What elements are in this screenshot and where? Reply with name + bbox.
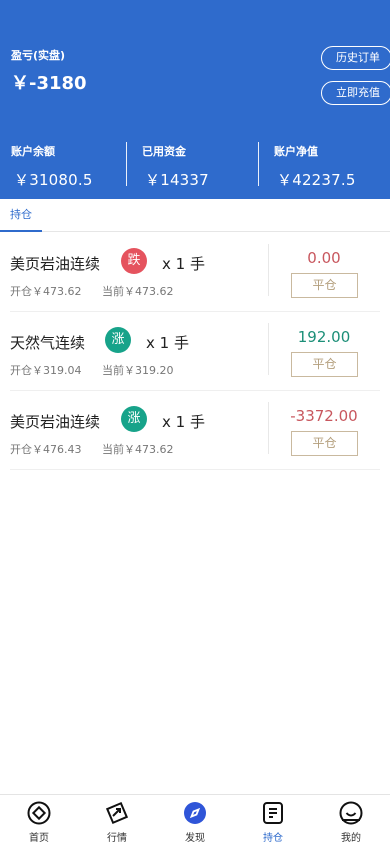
bottom-nav: 首页 行情 发现 持仓 我的 — [0, 794, 390, 844]
open-price: 开仓￥473.62 — [10, 285, 82, 298]
divider — [258, 142, 259, 186]
pl-value: ￥-3180 — [11, 73, 87, 94]
open-price: 开仓￥319.04 — [10, 364, 82, 377]
position-qty: x 1 手 — [162, 255, 205, 273]
divider — [268, 323, 269, 375]
direction-badge: 涨 — [105, 327, 131, 353]
nav-label: 我的 — [341, 833, 361, 844]
position-pnl: 0.00 — [307, 249, 341, 267]
position-name: 天然气连续 — [10, 334, 86, 352]
position-row[interactable]: 美页岩油连续 涨 x 1 手 开仓￥476.43 当前￥473.62 -3372… — [10, 391, 380, 470]
current-price: 当前￥319.20 — [102, 364, 174, 377]
recharge-button[interactable]: 立即充值 — [321, 81, 390, 105]
position-row[interactable]: 美页岩油连续 跌 x 1 手 开仓￥473.62 当前￥473.62 0.00 … — [10, 233, 380, 312]
account-header: 盈亏(实盘) ￥-3180 历史订单 立即充值 账户余额 ￥31080.5 已用… — [0, 0, 390, 199]
nav-label: 行情 — [107, 833, 127, 844]
position-pnl: -3372.00 — [290, 407, 358, 425]
history-orders-button[interactable]: 历史订单 — [321, 46, 390, 70]
stat-used-funds: 已用资金 ￥14337 — [142, 143, 209, 190]
nav-positions[interactable]: 持仓 — [234, 795, 312, 844]
stat-balance: 账户余额 ￥31080.5 — [11, 143, 93, 190]
market-icon — [105, 801, 129, 825]
close-position-button[interactable]: 平仓 — [291, 273, 358, 298]
stat-label: 已用资金 — [142, 145, 186, 158]
stat-value: ￥14337 — [145, 171, 209, 189]
position-icon — [261, 801, 285, 825]
position-name: 美页岩油连续 — [10, 413, 101, 431]
current-price: 当前￥473.62 — [102, 285, 174, 298]
stat-net-value: 账户净值 ￥42237.5 — [274, 143, 356, 190]
position-row[interactable]: 天然气连续 涨 x 1 手 开仓￥319.04 当前￥319.20 192.00… — [10, 312, 380, 391]
nav-discover[interactable]: 发现 — [156, 795, 234, 844]
position-tabs: 持仓 — [0, 199, 390, 232]
position-qty: x 1 手 — [162, 413, 205, 431]
stat-label: 账户余额 — [11, 145, 55, 158]
direction-badge: 涨 — [121, 406, 147, 432]
nav-profile[interactable]: 我的 — [312, 795, 390, 844]
close-position-button[interactable]: 平仓 — [291, 352, 358, 377]
stat-value: ￥42237.5 — [277, 171, 356, 189]
stat-value: ￥31080.5 — [14, 171, 93, 189]
position-qty: x 1 手 — [146, 334, 189, 352]
divider — [268, 402, 269, 454]
compass-icon — [183, 801, 207, 825]
tab-holding[interactable]: 持仓 — [0, 199, 42, 232]
home-icon — [27, 801, 51, 825]
position-pnl: 192.00 — [297, 328, 351, 346]
stat-label: 账户净值 — [274, 145, 318, 158]
divider — [126, 142, 127, 186]
nav-label: 首页 — [29, 833, 49, 844]
pl-label: 盈亏(实盘) — [11, 49, 66, 62]
nav-home[interactable]: 首页 — [0, 795, 78, 844]
nav-market[interactable]: 行情 — [78, 795, 156, 844]
position-name: 美页岩油连续 — [10, 255, 101, 273]
divider — [268, 244, 269, 296]
current-price: 当前￥473.62 — [102, 443, 174, 456]
open-price: 开仓￥476.43 — [10, 443, 82, 456]
close-position-button[interactable]: 平仓 — [291, 431, 358, 456]
direction-badge: 跌 — [121, 248, 147, 274]
profile-icon — [339, 801, 363, 825]
nav-label: 持仓 — [263, 833, 283, 844]
nav-label: 发现 — [185, 833, 205, 844]
